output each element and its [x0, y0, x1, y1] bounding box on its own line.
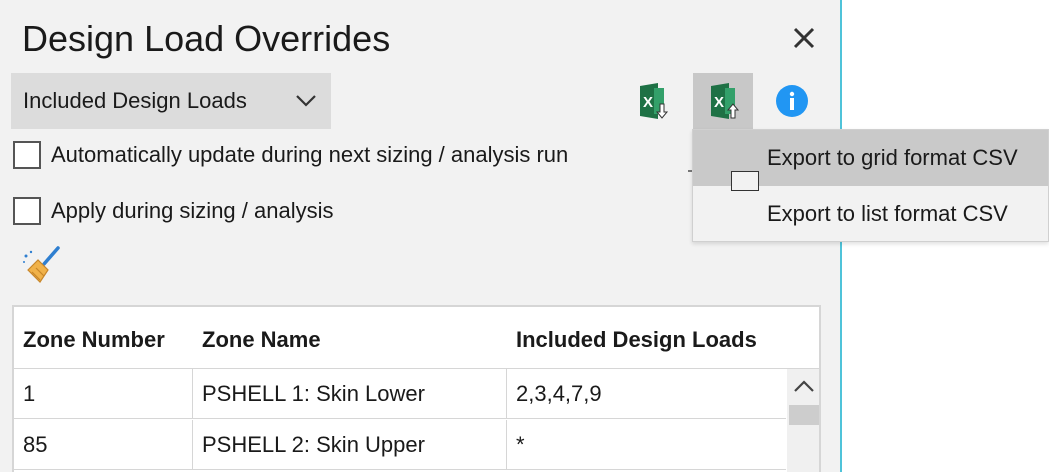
- zone-number-cell[interactable]: 85: [14, 420, 192, 470]
- excel-import-icon: X: [640, 83, 669, 119]
- scroll-thumb[interactable]: [789, 405, 819, 425]
- svg-text:X: X: [643, 94, 653, 111]
- column-header-included-design-loads[interactable]: Included Design Loads: [516, 327, 757, 353]
- design-loads-grid: Zone Number Zone Name Included Design Lo…: [12, 305, 821, 472]
- excel-export-icon: X: [711, 83, 740, 119]
- close-icon: [793, 27, 815, 49]
- window-title: Design Load Overrides: [22, 18, 391, 59]
- excel-export-button[interactable]: X: [693, 73, 753, 129]
- auto-update-checkbox[interactable]: [13, 141, 41, 169]
- grid-vertical-scrollbar[interactable]: [787, 369, 819, 472]
- auto-update-label: Automatically update during next sizing …: [51, 142, 569, 167]
- zone-name-cell[interactable]: PSHELL 1: Skin Lower: [192, 369, 506, 419]
- apply-during-sizing-checkbox[interactable]: [13, 197, 41, 225]
- included-loads-cell[interactable]: 2,3,4,7,9: [506, 369, 786, 419]
- auto-update-option[interactable]: Automatically update during next sizing …: [13, 141, 568, 169]
- chevron-down-icon: [296, 95, 316, 107]
- included-loads-cell[interactable]: *: [506, 420, 786, 470]
- zone-name-cell[interactable]: PSHELL 2: Skin Upper: [192, 420, 506, 470]
- broom-icon: [23, 246, 60, 283]
- grid-header: Zone Number Zone Name Included Design Lo…: [14, 307, 819, 369]
- svg-text:X: X: [714, 94, 724, 111]
- menu-item-check-box: [731, 171, 759, 191]
- chevron-up-icon: [794, 380, 814, 392]
- table-row[interactable]: 85 PSHELL 2: Skin Upper *: [14, 420, 786, 470]
- dropdown-selected-value: Included Design Loads: [23, 88, 247, 113]
- menu-item-export-list-csv[interactable]: Export to list format CSV: [693, 186, 1048, 242]
- scroll-up-button[interactable]: [787, 369, 819, 403]
- close-button[interactable]: [786, 20, 822, 56]
- column-header-zone-name[interactable]: Zone Name: [202, 327, 321, 353]
- excel-import-button[interactable]: X: [622, 73, 682, 129]
- load-type-dropdown[interactable]: Included Design Loads: [11, 73, 331, 129]
- apply-during-sizing-label: Apply during sizing / analysis: [51, 198, 334, 223]
- info-icon: [776, 85, 808, 117]
- table-row[interactable]: 1 PSHELL 1: Skin Lower 2,3,4,7,9: [14, 369, 786, 419]
- zone-number-cell[interactable]: 1: [14, 369, 192, 419]
- column-header-zone-number[interactable]: Zone Number: [23, 327, 165, 353]
- clear-overrides-button[interactable]: [20, 244, 64, 288]
- export-menu: Export to grid format CSV Export to list…: [692, 129, 1049, 242]
- apply-during-sizing-option[interactable]: Apply during sizing / analysis: [13, 197, 333, 225]
- info-button[interactable]: [762, 73, 822, 129]
